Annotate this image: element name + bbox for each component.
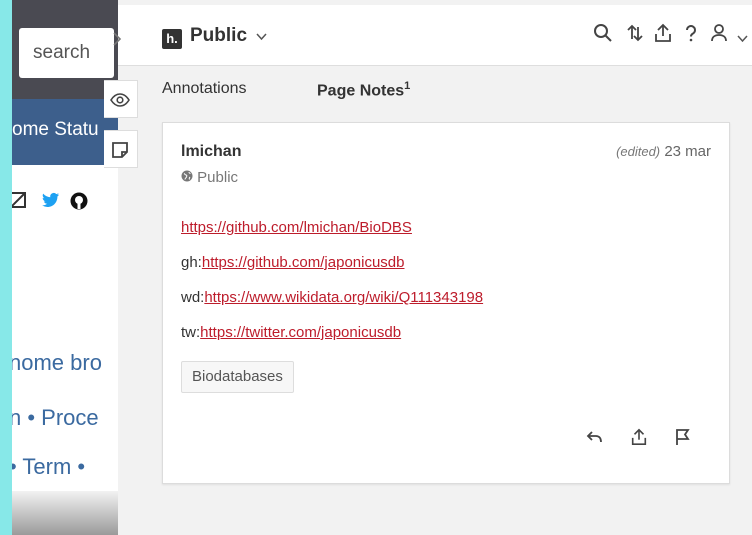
- visibility-label: Public: [197, 169, 239, 186]
- help-button[interactable]: [678, 23, 704, 51]
- eye-icon: [110, 90, 130, 115]
- group-name-label: Public: [190, 25, 248, 46]
- note-visibility: Public: [181, 169, 238, 186]
- note-tag[interactable]: Biodatabases: [181, 361, 294, 393]
- page-text-line[interactable]: n • Proce: [12, 405, 99, 431]
- top-toolbar: [552, 23, 752, 51]
- github-icon[interactable]: [70, 192, 88, 215]
- note-author[interactable]: lmichan: [181, 143, 241, 161]
- chevron-right-icon: [112, 30, 122, 50]
- underlying-web-page: search ome Statu nome bro n • Proce • Te…: [12, 0, 118, 535]
- page-notes-count: 1: [404, 80, 411, 92]
- share-icon: [653, 23, 673, 48]
- twitter-icon[interactable]: [42, 192, 60, 213]
- new-page-note-button[interactable]: [104, 130, 138, 168]
- flag-icon: [674, 429, 692, 451]
- tab-page-notes[interactable]: Page Notes1: [317, 80, 410, 100]
- note-link[interactable]: https://www.wikidata.org/wiki/Q111343198: [204, 289, 483, 306]
- page-nav-bar: ome Statu: [12, 99, 118, 165]
- edited-label: (edited): [616, 144, 661, 159]
- note-link[interactable]: https://github.com/lmichan/BioDBS: [181, 219, 412, 236]
- page-note-card[interactable]: lmichan (edited) 23 mar Public https://g…: [162, 122, 730, 484]
- search-icon: [593, 24, 613, 48]
- page-text-line[interactable]: • Term •: [12, 454, 85, 480]
- share-note-button[interactable]: [625, 425, 653, 455]
- page-note-icon: [110, 140, 130, 165]
- hypothesis-logo-icon[interactable]: h.: [162, 29, 182, 49]
- user-menu-chevron[interactable]: [732, 23, 752, 51]
- note-timestamp[interactable]: (edited) 23 mar: [616, 143, 711, 160]
- sort-button[interactable]: [622, 23, 648, 51]
- note-line: gh:https://github.com/japonicusdb: [181, 254, 404, 271]
- reply-button[interactable]: [581, 425, 609, 455]
- note-line-prefix: wd:: [181, 289, 205, 306]
- note-line-prefix: tw:: [181, 324, 201, 341]
- note-line: wd:https://www.wikidata.org/wiki/Q111343…: [181, 289, 483, 306]
- user-menu-button[interactable]: [706, 23, 732, 51]
- note-line: https://github.com/lmichan/BioDBS: [181, 219, 412, 236]
- page-text-line: nome bro: [12, 350, 102, 375]
- note-date: 23 mar: [664, 143, 711, 160]
- user-icon: [709, 24, 729, 48]
- reply-icon: [586, 429, 604, 451]
- search-button[interactable]: [590, 23, 616, 51]
- note-actions: [161, 425, 729, 455]
- note-line-prefix: gh:: [181, 254, 202, 271]
- tab-page-notes-label: Page Notes: [317, 82, 405, 100]
- flag-button[interactable]: [669, 425, 697, 455]
- note-line: tw:https://twitter.com/japonicusdb: [181, 324, 401, 341]
- sort-arrows-icon: [625, 24, 645, 48]
- page-search-input[interactable]: search: [19, 28, 114, 78]
- group-selector[interactable]: Public: [190, 25, 267, 47]
- chevron-down-icon: [736, 26, 748, 48]
- help-icon: [681, 25, 701, 48]
- email-icon[interactable]: [12, 192, 26, 213]
- page-nav-item[interactable]: ome Statu: [12, 119, 99, 141]
- note-link[interactable]: https://github.com/japonicusdb: [202, 254, 405, 271]
- tab-annotations[interactable]: Annotations: [162, 80, 247, 98]
- page-bottom-shadow: [12, 491, 118, 535]
- chevron-down-icon: [256, 28, 267, 44]
- sidebar-top-bar: h. Public: [113, 5, 752, 66]
- note-link[interactable]: https://twitter.com/japonicusdb: [200, 324, 401, 341]
- annotation-sidebar: h. Public Annotations Page Notes1 lmicha…: [104, 0, 752, 535]
- share-button[interactable]: [650, 23, 676, 51]
- collapse-sidebar-button[interactable]: [102, 25, 132, 55]
- share-icon: [630, 428, 648, 451]
- toggle-highlights-button[interactable]: [104, 80, 138, 118]
- globe-icon: [181, 169, 197, 186]
